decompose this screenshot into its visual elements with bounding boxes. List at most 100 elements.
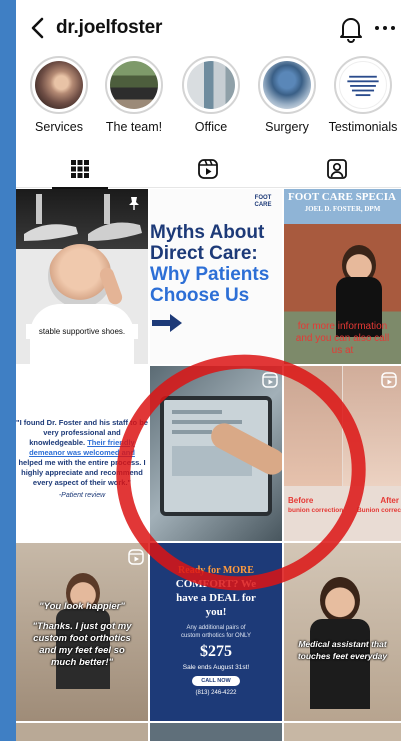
highlight-label: Office — [194, 120, 228, 134]
profile-username: dr.joelfoster — [56, 17, 163, 38]
post-caption: us at — [331, 345, 354, 356]
deal-subtext: custom orthotics for ONLY — [181, 633, 251, 639]
highlight-surgery[interactable]: Surgery — [252, 56, 322, 134]
highlight-ring — [105, 56, 163, 114]
reel-indicator-icon — [128, 549, 144, 565]
office-sign-subtext: JOEL D. FOSTER, DPM — [304, 205, 381, 213]
post-caption-line: and my feet feel so — [39, 645, 125, 656]
before-foot-photo — [284, 366, 342, 486]
highlight-thumbnail — [187, 61, 235, 109]
post-thumbnail[interactable] — [150, 366, 282, 541]
brand-logo-top: FOOT — [254, 195, 272, 201]
deal-heading-line: have a DEAL for — [176, 592, 256, 604]
post-thumbnail[interactable]: stable supportive shoes. — [16, 189, 148, 364]
brand-logo-bottom: CARE — [254, 201, 272, 208]
post-thumbnail[interactable]: Ready for MORE COMFORT? We have a DEAL f… — [150, 543, 282, 721]
reels-icon — [198, 159, 218, 179]
highlight-ring — [258, 56, 316, 114]
review-quote-line: very professional and — [43, 428, 121, 437]
reel-indicator-icon — [262, 372, 278, 388]
after-sublabel: Bunion correc — [356, 507, 401, 514]
tab-grid[interactable] — [16, 150, 144, 189]
post-thumbnail[interactable]: Medical assistant that touches feet ever… — [284, 543, 401, 721]
more-options-icon[interactable] — [374, 18, 396, 38]
highlight-label: Services — [35, 120, 83, 134]
call-now-button: CALL NOW — [192, 676, 240, 686]
highlight-thumbnail — [263, 61, 311, 109]
post-title-line: Why Patients — [150, 264, 270, 285]
post-caption-line: "Thanks. I just got my — [32, 621, 132, 632]
highlight-testimonials[interactable]: Testimonials — [328, 56, 398, 134]
post-caption: stable supportive shoes. — [26, 324, 138, 339]
deal-heading-line: COMFORT? We — [175, 578, 257, 590]
review-quote-line: "I found Dr. Foster and his staff to be — [16, 418, 148, 427]
highlight-thumbnail — [35, 61, 83, 109]
post-thumbnail[interactable] — [284, 723, 401, 741]
review-quote-line: helped me with the entire process. I — [18, 458, 146, 467]
arrow-right-icon — [152, 314, 182, 332]
post-title-line: Choose Us — [150, 285, 250, 306]
post-thumbnail[interactable]: "I found Dr. Foster and his staff to be … — [16, 366, 148, 541]
pin-icon — [129, 197, 139, 210]
post-thumbnail[interactable]: Before bunion correction After Bunion co… — [284, 366, 401, 541]
office-sign-text: FOOT CARE SPECIA — [288, 191, 396, 203]
post-caption-line: Medical assistant that — [298, 639, 387, 649]
deal-phone-number: (813) 246-4222 — [195, 690, 237, 696]
tab-tagged[interactable] — [273, 150, 401, 188]
reel-indicator-icon — [381, 372, 397, 388]
testimonial-lines-graphic — [347, 75, 379, 97]
bell-icon[interactable] — [338, 15, 364, 43]
post-caption: for more information — [297, 321, 388, 332]
review-source: -Patient review — [58, 492, 106, 499]
person-body — [310, 619, 370, 709]
brand-logo: FOOT CARE — [246, 195, 280, 208]
highlight-label: Testimonials — [328, 120, 398, 134]
highlight-ring — [334, 56, 392, 114]
post-thumbnail[interactable]: FOOT CARE Myths About Direct Care: Why P… — [150, 189, 282, 364]
highlight-label: The team! — [105, 120, 163, 134]
review-quote-line: highly appreciate and recommend — [21, 468, 143, 477]
deal-heading-line: you! — [205, 606, 227, 618]
post-title-line: Myths About — [150, 222, 265, 243]
grid-icon — [71, 160, 89, 178]
post-title-line: Direct Care: — [150, 243, 258, 264]
post-thumbnail[interactable]: FOOT CARE SPECIA JOEL D. FOSTER, DPM for… — [284, 189, 401, 364]
post-thumbnail[interactable] — [150, 723, 282, 741]
highlight-ring — [30, 56, 88, 114]
post-thumbnail[interactable] — [16, 723, 148, 741]
review-quote-line: knowledgeable. Their friendly — [16, 438, 148, 447]
highlight-services[interactable]: Services — [24, 56, 94, 134]
story-highlights: Services The team! Office Surgery Testim… — [16, 56, 401, 138]
deal-ends-text: Sale ends August 31st! — [182, 664, 250, 671]
highlight-thumbnail — [339, 61, 387, 109]
post-caption-line: touches feet everyday — [297, 651, 388, 661]
highlight-ring — [182, 56, 240, 114]
back-arrow-icon[interactable] — [26, 14, 50, 42]
post-caption-line: much better!" — [50, 657, 114, 668]
deal-price: $275 — [200, 643, 232, 660]
review-quote-highlight: Their friendly — [87, 438, 135, 447]
highlight-office[interactable]: Office — [176, 56, 246, 134]
post-caption-line: "You look happier" — [39, 601, 125, 612]
tab-reels[interactable] — [144, 150, 272, 188]
post-thumbnail[interactable]: "You look happier" "Thanks. I just got m… — [16, 543, 148, 721]
review-quote-line: demeanor was welcomed and — [29, 448, 135, 457]
tagged-person-icon — [327, 159, 347, 179]
before-label: Before — [288, 496, 314, 505]
review-quote-line: every aspect of their work." — [32, 478, 132, 487]
posts-grid: stable supportive shoes. FOOT CARE Myths… — [16, 189, 401, 741]
before-sublabel: bunion correction — [288, 507, 344, 514]
after-label: After — [380, 496, 399, 505]
person-head — [320, 577, 360, 623]
highlight-team[interactable]: The team! — [99, 56, 169, 134]
deal-subtext: Any additional pairs of — [186, 625, 246, 631]
deal-heading-line: Ready for MORE — [178, 565, 254, 576]
profile-header: dr.joelfoster — [16, 0, 401, 58]
post-caption: and you can also call — [295, 333, 390, 344]
profile-content-tabs — [16, 150, 401, 189]
review-quote-part: knowledgeable. — [29, 438, 86, 447]
highlight-thumbnail — [110, 61, 158, 109]
instagram-profile-screen: dr.joelfoster Services The team! Office … — [16, 0, 401, 741]
post-caption-line: custom foot orthotics — [33, 633, 131, 644]
highlight-label: Surgery — [265, 120, 309, 134]
